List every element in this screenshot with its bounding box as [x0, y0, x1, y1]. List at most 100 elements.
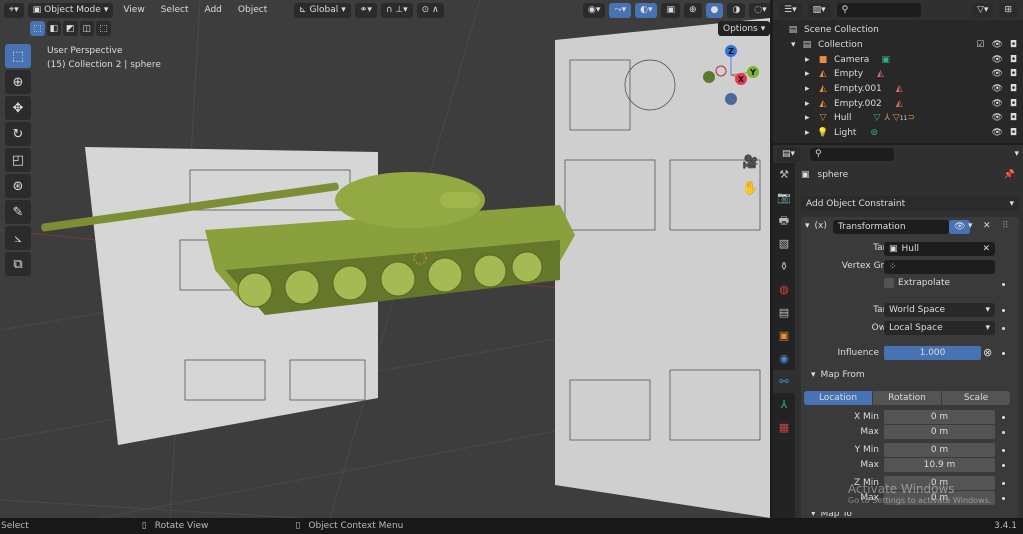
extrapolate-checkbox[interactable]: Extrapolate	[884, 278, 950, 288]
collection-row[interactable]: ▾ ▤ Collection ☑ 👁 ◘	[787, 38, 1023, 53]
camera-view-icon[interactable]: 🎥	[742, 150, 758, 176]
shading-rendered[interactable]: ◌▾	[749, 2, 770, 18]
outliner-item[interactable]: ▸ ◭ Empty.002 ◭ 👁 ◘	[787, 96, 1023, 111]
clear-target-icon[interactable]: ✕	[982, 244, 990, 254]
scene-tab-icon[interactable]: ⚱	[773, 255, 795, 278]
select-subtract-icon[interactable]: ◩	[63, 21, 78, 36]
add-object-constraint-dropdown[interactable]: Add Object Constraint ▾	[801, 196, 1019, 211]
tool-tab-icon[interactable]: ⚒	[773, 163, 795, 186]
keyframe-dot[interactable]	[1002, 309, 1005, 312]
view-layer-tab-icon[interactable]: ▧	[773, 232, 795, 255]
expand-arrow-icon[interactable]: ▾	[791, 40, 801, 50]
y-max-field[interactable]: 10.9 m	[884, 458, 995, 472]
annotate-tool-icon[interactable]: ✎	[5, 200, 31, 224]
camera-render-icon[interactable]: ◘	[1010, 69, 1017, 79]
shading-solid[interactable]: ●	[705, 2, 724, 18]
scene-collection-row[interactable]: ▤ Scene Collection	[787, 23, 1023, 38]
camera-render-icon[interactable]: ◘	[1010, 113, 1017, 123]
camera-render-icon[interactable]: ◘	[1010, 55, 1017, 65]
pan-hand-icon[interactable]: ✋	[742, 176, 758, 202]
disable-keep-transform-icon[interactable]: ⊗	[983, 346, 992, 359]
gizmo-toggle[interactable]: ⤳▾	[609, 2, 632, 18]
keyframe-dot[interactable]	[1002, 431, 1005, 434]
select-intersect-icon[interactable]: ⬚	[96, 21, 111, 36]
keyframe-dot[interactable]	[1002, 449, 1005, 452]
add-cube-tool-icon[interactable]: ⧉	[5, 252, 31, 276]
gizmo-x[interactable]: X	[738, 75, 745, 84]
shading-material[interactable]: ◑	[727, 2, 746, 18]
properties-editor-type[interactable]: ▤▾	[777, 146, 801, 162]
checkbox-box[interactable]	[884, 278, 894, 288]
influence-slider[interactable]: 1.000	[884, 346, 981, 360]
camera-render-icon[interactable]: ◘	[1010, 40, 1017, 50]
collapse-chevron-icon[interactable]: ▾	[811, 370, 816, 380]
pivot-dropdown[interactable]: ⚭▾	[354, 2, 377, 18]
filter-icon[interactable]: ▽▾	[972, 2, 994, 18]
constraint-icon[interactable]: ⊃	[907, 113, 915, 123]
delete-constraint-icon[interactable]: ✕	[983, 221, 991, 231]
select-invert-icon[interactable]: ◫	[79, 21, 95, 36]
map-from-subpanel-header[interactable]: ▾ Map From	[811, 370, 865, 380]
menu-object[interactable]: Object	[232, 5, 273, 15]
gizmo-y[interactable]: Y	[749, 68, 756, 77]
menu-select[interactable]: Select	[155, 5, 195, 15]
image-data-icon[interactable]: ◭	[896, 84, 903, 94]
mode-dropdown[interactable]: ▣ Object Mode ▾	[27, 2, 114, 18]
z-max-field[interactable]: 0 m	[884, 491, 995, 505]
menu-add[interactable]: Add	[198, 5, 227, 15]
xray-toggle[interactable]: ▣	[661, 2, 680, 18]
snap-toggle[interactable]: ∩ ⊥▾	[380, 2, 413, 18]
collection-tab-icon[interactable]: ▤	[773, 301, 795, 324]
camera-render-icon[interactable]: ◘	[1010, 128, 1017, 138]
eye-icon[interactable]: 👁	[991, 128, 1002, 138]
image-data-icon[interactable]: ◭	[896, 99, 903, 109]
filter-view-dropdown[interactable]: ▨▾	[807, 2, 831, 18]
vertex-group-field[interactable]: ⁘	[884, 260, 995, 274]
shading-wireframe[interactable]: ⊕	[683, 2, 702, 18]
proportional-edit-toggle[interactable]: ⊙ ∧	[416, 2, 444, 18]
keyframe-dot[interactable]	[1002, 497, 1005, 500]
rotate-tool-icon[interactable]: ↻	[5, 122, 31, 146]
keyframe-dot[interactable]	[1002, 464, 1005, 467]
light-data-icon[interactable]: ⊚	[870, 128, 878, 138]
modifier-icon[interactable]: ⅄ ▽	[884, 113, 899, 123]
eye-icon[interactable]: 👁	[991, 84, 1002, 94]
owner-space-dropdown[interactable]: Local Space ▾	[884, 321, 995, 335]
scale-tool-icon[interactable]: ◰	[5, 148, 31, 172]
output-tab-icon[interactable]: 🖶	[773, 209, 795, 232]
outliner-search-input[interactable]: ⚲	[836, 3, 921, 17]
constraint-menu-chevron-icon[interactable]: ▾	[968, 221, 973, 231]
drag-handle-icon[interactable]: ⠿	[1002, 221, 1009, 231]
options-chevron-icon[interactable]: ▾	[1014, 149, 1019, 159]
y-min-field[interactable]: 0 m	[884, 443, 995, 457]
eye-icon[interactable]: 👁	[991, 113, 1002, 123]
x-max-field[interactable]: 0 m	[884, 425, 995, 439]
transform-tool-icon[interactable]: ⊛	[5, 174, 31, 198]
tab-rotation[interactable]: Rotation	[872, 391, 941, 405]
x-min-field[interactable]: 0 m	[884, 410, 995, 424]
outliner-item[interactable]: ▸ ■ Camera ▣ 👁 ◘	[787, 52, 1023, 67]
menu-view[interactable]: View	[117, 5, 150, 15]
keyframe-dot[interactable]	[1002, 327, 1005, 330]
properties-search-input[interactable]: ⚲	[810, 147, 895, 161]
eye-icon[interactable]: 👁	[991, 69, 1002, 79]
3d-viewport[interactable]: Z Y X ⌖▾ ▣ Object Mode ▾ View Select Add O…	[0, 0, 770, 518]
move-tool-icon[interactable]: ✥	[5, 96, 31, 120]
keyframe-dot[interactable]	[1002, 416, 1005, 419]
select-new-icon[interactable]: ⬚	[30, 21, 45, 36]
world-tab-icon[interactable]: ◍	[773, 278, 795, 301]
checkbox-icon[interactable]: ☑	[976, 40, 984, 50]
measure-tool-icon[interactable]: ⦣	[5, 226, 31, 250]
options-dropdown[interactable]: Options ▾	[718, 21, 770, 36]
tab-scale[interactable]: Scale	[941, 391, 1010, 405]
eye-icon[interactable]: 👁	[991, 40, 1002, 50]
visibility-dropdown[interactable]: ◉▾	[583, 2, 606, 18]
outliner-item[interactable]: ▸ ▽ Hull ▽ ⅄ ▽ 11 ⊃ 👁 ◘	[787, 111, 1023, 126]
camera-render-icon[interactable]: ◘	[1010, 84, 1017, 94]
render-tab-icon[interactable]: 📷	[773, 186, 795, 209]
display-mode-dropdown[interactable]: ☰▾	[779, 2, 802, 18]
outliner-item[interactable]: ▸ ◭ Empty.001 ◭ 👁 ◘	[787, 82, 1023, 97]
editor-type-button[interactable]: ⌖▾	[4, 2, 24, 18]
object-tab-icon[interactable]: ▣	[773, 324, 795, 347]
z-min-field[interactable]: 0 m	[884, 476, 995, 490]
